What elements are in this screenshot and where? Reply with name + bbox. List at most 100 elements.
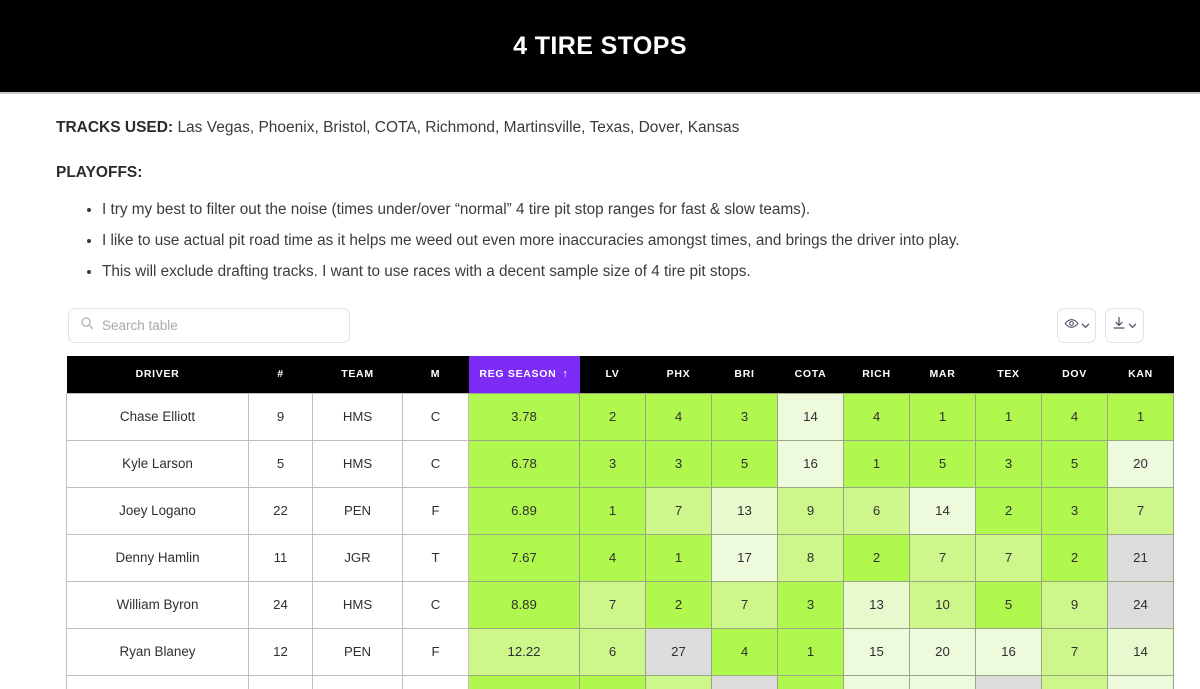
cell-num: 22 bbox=[248, 486, 313, 535]
cell-lv: 4 bbox=[579, 533, 646, 582]
cell-reg-season: 3.78 bbox=[468, 392, 580, 441]
table-row[interactable]: Joey Logano 22 PEN F 6.89 1 7 13 9 6 14 2 3 7 bbox=[66, 486, 1174, 535]
column-header-num[interactable]: # bbox=[248, 356, 313, 394]
cell-reg-season: 12.22 bbox=[468, 627, 580, 676]
cell-kan: 20 bbox=[1107, 439, 1174, 488]
search-box[interactable] bbox=[68, 308, 350, 344]
cell-phx: 7 bbox=[645, 486, 712, 535]
table-body: Chase Elliott 9 HMS C 3.78 2 4 3 14 4 1 1 4 1 Kyle Lar… bbox=[66, 392, 1174, 689]
column-header-kan[interactable]: KAN bbox=[1107, 356, 1174, 394]
intro-section: TRACKS USED: Las Vegas, Phoenix, Bristol… bbox=[0, 94, 1200, 283]
cell-tex: 1 bbox=[975, 392, 1042, 441]
cell-driver: Denny Hamlin bbox=[66, 533, 249, 582]
cell-cota bbox=[777, 674, 844, 689]
search-icon bbox=[80, 316, 94, 335]
search-input[interactable] bbox=[102, 318, 338, 334]
cell-kan: 1 bbox=[1107, 392, 1174, 441]
column-header-reg[interactable]: REG SEASON ↑ bbox=[468, 356, 580, 394]
cell-rich: 13 bbox=[843, 580, 910, 629]
cell-mar: 5 bbox=[909, 439, 976, 488]
column-header-dov[interactable]: DOV bbox=[1041, 356, 1108, 394]
cell-dov: 4 bbox=[1041, 392, 1108, 441]
column-header-team[interactable]: TEAM bbox=[312, 356, 403, 394]
column-header-phx[interactable]: PHX bbox=[645, 356, 712, 394]
cell-dov: 2 bbox=[1041, 533, 1108, 582]
column-header-rich[interactable]: RICH bbox=[843, 356, 910, 394]
cell-phx: 1 bbox=[645, 533, 712, 582]
sort-ascending-icon: ↑ bbox=[562, 368, 569, 381]
column-header-tex[interactable]: TEX bbox=[975, 356, 1042, 394]
cell-phx: 4 bbox=[645, 392, 712, 441]
cell-bri: 3 bbox=[711, 392, 778, 441]
cell-num: 5 bbox=[248, 439, 313, 488]
download-icon bbox=[1112, 316, 1126, 336]
cell-kan: 21 bbox=[1107, 533, 1174, 582]
cell-cota: 16 bbox=[777, 439, 844, 488]
column-header-mar[interactable]: MAR bbox=[909, 356, 976, 394]
cell-team: JGR bbox=[312, 533, 403, 582]
cell-m: F bbox=[402, 627, 469, 676]
cell-phx: 3 bbox=[645, 439, 712, 488]
cell-team: PEN bbox=[312, 486, 403, 535]
cell-driver: Ryan Blaney bbox=[66, 627, 249, 676]
table-row[interactable]: Denny Hamlin 11 JGR T 7.67 4 1 17 8 2 7 7 2 21 bbox=[66, 533, 1174, 582]
cell-rich bbox=[843, 674, 910, 689]
toolbar-actions bbox=[1057, 308, 1144, 344]
cell-reg-season: 6.89 bbox=[468, 486, 580, 535]
table-row[interactable]: Ryan Blaney 12 PEN F 12.22 6 27 4 1 15 20 16 7 14 bbox=[66, 627, 1174, 676]
cell-cota: 9 bbox=[777, 486, 844, 535]
cell-cota: 14 bbox=[777, 392, 844, 441]
table-row[interactable]: Kyle Larson 5 HMS C 6.78 3 3 5 16 1 5 3 5 20 bbox=[66, 439, 1174, 488]
cell-bri: 17 bbox=[711, 533, 778, 582]
cell-rich: 1 bbox=[843, 439, 910, 488]
list-item: I like to use actual pit road time as it… bbox=[102, 230, 1144, 252]
table-row[interactable] bbox=[66, 674, 1174, 689]
cell-mar: 14 bbox=[909, 486, 976, 535]
cell-rich: 6 bbox=[843, 486, 910, 535]
cell-m: T bbox=[402, 533, 469, 582]
column-header-bri[interactable]: BRI bbox=[711, 356, 778, 394]
cell-reg-season: 6.78 bbox=[468, 439, 580, 488]
table-header-row: DRIVER # TEAM M REG SEASON ↑ LV PHX BRI COTA RICH M… bbox=[66, 356, 1174, 394]
cell-num bbox=[248, 674, 313, 689]
cell-reg-season: 7.67 bbox=[468, 533, 580, 582]
download-button[interactable] bbox=[1105, 308, 1144, 344]
playoff-notes-list: I try my best to filter out the noise (t… bbox=[102, 199, 1144, 284]
cell-reg-season: 8.89 bbox=[468, 580, 580, 629]
cell-driver: Kyle Larson bbox=[66, 439, 249, 488]
cell-bri: 13 bbox=[711, 486, 778, 535]
cell-m: C bbox=[402, 580, 469, 629]
cell-team: PEN bbox=[312, 627, 403, 676]
cell-tex: 16 bbox=[975, 627, 1042, 676]
cell-lv: 1 bbox=[579, 486, 646, 535]
cell-cota: 8 bbox=[777, 533, 844, 582]
cell-m: C bbox=[402, 439, 469, 488]
table-row[interactable]: Chase Elliott 9 HMS C 3.78 2 4 3 14 4 1 1 4 1 bbox=[66, 392, 1174, 441]
cell-num: 11 bbox=[248, 533, 313, 582]
column-visibility-button[interactable] bbox=[1057, 308, 1096, 344]
data-table-container: DRIVER # TEAM M REG SEASON ↑ LV PHX BRI COTA RICH M… bbox=[0, 343, 1200, 689]
cell-dov: 9 bbox=[1041, 580, 1108, 629]
cell-bri: 7 bbox=[711, 580, 778, 629]
cell-phx: 2 bbox=[645, 580, 712, 629]
cell-dov bbox=[1041, 674, 1108, 689]
cell-bri: 4 bbox=[711, 627, 778, 676]
cell-driver: William Byron bbox=[66, 580, 249, 629]
cell-cota: 1 bbox=[777, 627, 844, 676]
cell-cota: 3 bbox=[777, 580, 844, 629]
cell-reg-season bbox=[468, 674, 580, 689]
table-row[interactable]: William Byron 24 HMS C 8.89 7 2 7 3 13 10 5 9 24 bbox=[66, 580, 1174, 629]
column-header-cota[interactable]: COTA bbox=[777, 356, 844, 394]
column-header-m[interactable]: M bbox=[402, 356, 469, 394]
cell-tex: 7 bbox=[975, 533, 1042, 582]
cell-bri: 5 bbox=[711, 439, 778, 488]
column-header-driver[interactable]: DRIVER bbox=[66, 356, 249, 394]
tracks-used-value: Las Vegas, Phoenix, Bristol, COTA, Richm… bbox=[177, 119, 740, 136]
cell-dov: 3 bbox=[1041, 486, 1108, 535]
cell-kan bbox=[1107, 674, 1174, 689]
cell-mar: 10 bbox=[909, 580, 976, 629]
cell-team: HMS bbox=[312, 580, 403, 629]
tire-stops-table: DRIVER # TEAM M REG SEASON ↑ LV PHX BRI COTA RICH M… bbox=[66, 356, 1174, 689]
cell-driver bbox=[66, 674, 249, 689]
column-header-lv[interactable]: LV bbox=[579, 356, 646, 394]
